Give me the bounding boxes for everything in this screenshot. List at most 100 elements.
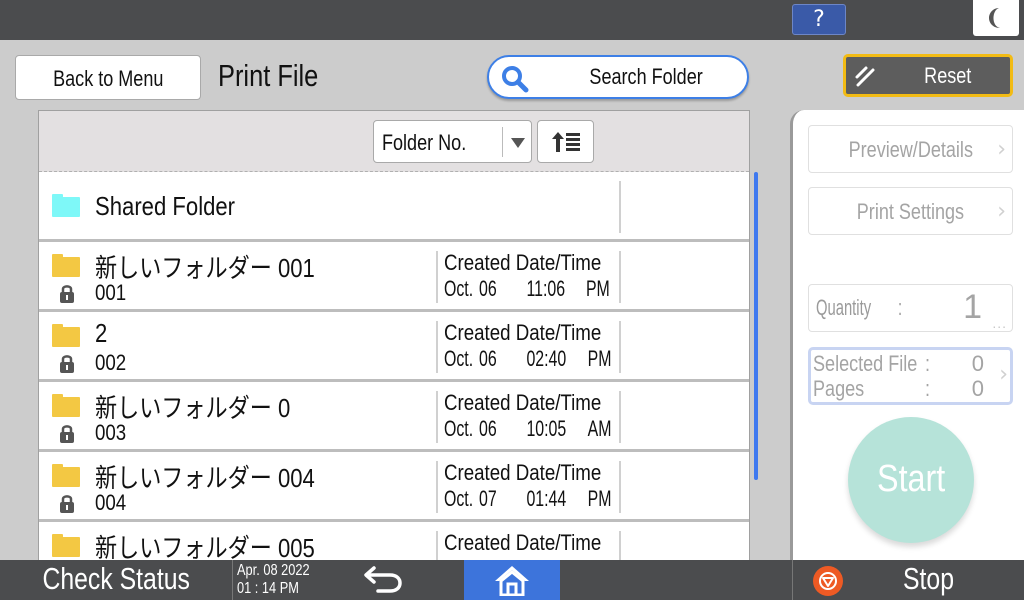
moon-icon [989, 8, 1000, 28]
created-time: 10:05 [526, 416, 567, 441]
start-button[interactable]: Start [848, 417, 974, 543]
column-divider [436, 391, 438, 443]
back-to-menu-button[interactable]: Back to Menu [15, 55, 201, 100]
created-ampm: PM [587, 346, 612, 371]
column-divider [619, 251, 621, 303]
stop-button[interactable]: Stop [792, 560, 1024, 600]
sort-field-select[interactable]: Folder No. [373, 120, 532, 163]
check-status-label: Check Status [42, 561, 190, 596]
folder-name: 2 [95, 318, 108, 348]
print-settings-label: Print Settings [856, 199, 965, 224]
search-folder-button[interactable]: Search Folder [487, 55, 749, 99]
start-label: Start [876, 458, 946, 500]
chevron-right-icon: › [997, 199, 1006, 224]
search-icon [502, 66, 529, 93]
folder-number: 002 [95, 350, 127, 375]
column-divider [619, 321, 621, 373]
folder-list: Folder No. Shared Folder 新しいフォルダー 001 001… [38, 110, 750, 560]
folder-number: 001 [95, 280, 127, 305]
folder-row[interactable]: 新しいフォルダー 0 003 Created Date/Time Oct. 06 10… [39, 382, 749, 452]
preview-details-label: Preview/Details [848, 137, 973, 162]
folder-row[interactable]: 新しいフォルダー 001 001 Created Date/Time Oct. 06 … [39, 242, 749, 312]
folder-row[interactable]: 新しいフォルダー 004 004 Created Date/Time Oct. 07 … [39, 452, 749, 522]
time-text: 01 : 14 PM [237, 580, 299, 597]
help-button[interactable]: ? [792, 4, 846, 35]
created-date-time: Created Date/Time Oct. 06 10:05 AM [444, 390, 646, 442]
created-time: 02:40 [526, 346, 567, 371]
selected-file-summary[interactable]: Selected File : 0 Pages : 0 › [808, 347, 1013, 405]
created-label: Created Date/Time [444, 530, 602, 555]
date-text: Apr. 08 2022 [237, 562, 310, 579]
ascending-sort-icon [552, 132, 580, 152]
folder-number: 003 [95, 420, 127, 445]
created-time: 11:06 [526, 276, 566, 301]
page-title-text: Print File [218, 58, 319, 93]
created-time: 01:44 [526, 486, 567, 511]
folder-name: Shared Folder [95, 191, 236, 221]
more-icon: ... [992, 315, 1007, 331]
folder-icon [52, 464, 80, 487]
column-divider [619, 461, 621, 513]
back-button[interactable] [360, 564, 410, 596]
stop-icon [813, 566, 843, 596]
shared-folder-row[interactable]: Shared Folder [39, 172, 749, 242]
quantity-colon: : [898, 295, 903, 320]
page-title: Print File [207, 55, 329, 100]
reset-icon [855, 66, 875, 87]
created-label: Created Date/Time [444, 390, 602, 415]
scrollbar-thumb[interactable] [754, 172, 758, 480]
check-status-button[interactable]: Check Status [0, 560, 232, 600]
print-settings-button[interactable]: Print Settings › [808, 187, 1013, 235]
lock-icon [60, 285, 74, 303]
chevron-right-icon: › [999, 362, 1008, 387]
column-divider [436, 531, 438, 560]
sort-order-button[interactable] [537, 120, 594, 163]
folder-name: 新しいフォルダー 005 [95, 533, 315, 560]
chevron-down-icon [511, 138, 525, 148]
created-date: Oct. 06 [444, 416, 497, 441]
pages-value: 0 [971, 376, 984, 401]
created-date-time: Created Date/Time Oct. 07 01:44 PM [444, 460, 646, 512]
list-toolbar: Folder No. [39, 110, 749, 172]
top-bar: ? [0, 0, 1024, 40]
created-ampm: PM [587, 486, 612, 511]
folder-row[interactable]: 2 002 Created Date/Time Oct. 06 02:40 PM [39, 312, 749, 382]
column-divider [436, 321, 438, 373]
folder-name: 新しいフォルダー 001 [95, 253, 315, 283]
preview-details-button[interactable]: Preview/Details › [808, 125, 1013, 173]
created-ampm: AM [587, 416, 612, 441]
quantity-field[interactable]: Quantity : 1 ... [808, 284, 1013, 332]
shared-folder-icon [52, 194, 80, 217]
reset-button[interactable]: Reset [843, 54, 1013, 97]
created-label: Created Date/Time [444, 250, 602, 275]
selected-file-value: 0 [971, 351, 984, 376]
folder-number: 004 [95, 490, 127, 515]
created-date-time: Created Date/Time Oct. 06 02:40 PM [444, 320, 646, 372]
created-date: Oct. 06 [444, 276, 497, 301]
created-date: Oct. 06 [444, 346, 497, 371]
chevron-right-icon: › [997, 137, 1006, 162]
date-time-display: Apr. 08 2022 01 : 14 PM [232, 560, 328, 600]
column-divider [619, 531, 621, 560]
home-button[interactable] [464, 560, 560, 600]
folder-icon [52, 534, 80, 557]
created-ampm: PM [585, 276, 610, 301]
search-folder-label: Search Folder [589, 64, 703, 89]
folder-icon [52, 324, 80, 347]
folder-row[interactable]: 新しいフォルダー 005 Created Date/Time [39, 522, 749, 560]
lock-icon [60, 355, 74, 373]
created-date-time: Created Date/Time [444, 530, 629, 560]
pages-label: Pages [813, 376, 865, 401]
bottom-bar: Check Status Apr. 08 2022 01 : 14 PM Sto… [0, 560, 1024, 600]
lock-icon [60, 495, 74, 513]
created-date-time: Created Date/Time Oct. 06 11:06 PM [444, 250, 644, 302]
column-divider [436, 461, 438, 513]
pages-colon: : [925, 376, 931, 401]
selected-file-colon: : [925, 351, 931, 376]
column-divider [436, 251, 438, 303]
back-arrow-icon [364, 566, 402, 593]
energy-saver-button[interactable] [973, 0, 1019, 36]
home-icon [495, 566, 529, 596]
sort-field-value: Folder No. [382, 130, 467, 155]
folder-name: 新しいフォルダー 004 [95, 463, 315, 493]
